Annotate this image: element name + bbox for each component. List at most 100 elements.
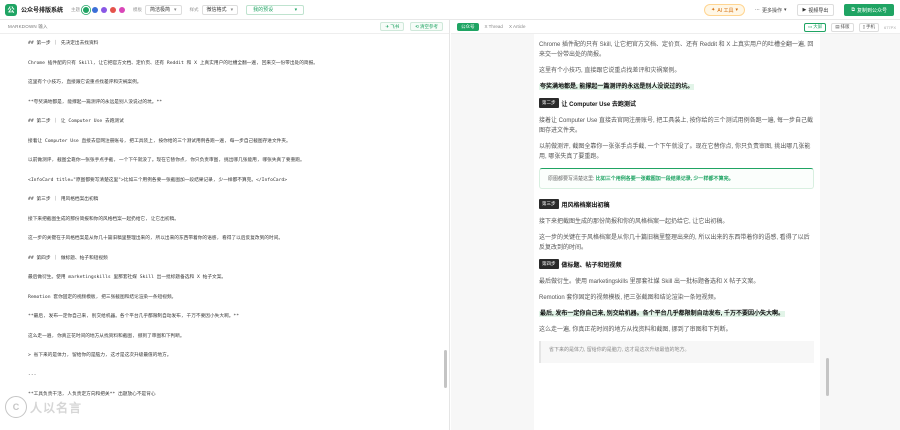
article-paragraph: 这么走一遍, 你真正花时间的地方从找资料和截图, 挪到了审图和下判断。 bbox=[539, 327, 732, 333]
more-actions-button[interactable]: ⋯ 更多操作 ▾ bbox=[755, 7, 787, 14]
feishu-button[interactable]: ✈ 飞书 bbox=[380, 22, 405, 31]
watermark-glyph: C bbox=[12, 402, 20, 412]
copy-to-wechat-button[interactable]: ⧉ 复制到公众号 bbox=[844, 4, 894, 16]
info-card: 原图都要写清楚这里: 比如三个用例各要一张截图加一段结果记录, 少一样都不算完。 bbox=[539, 168, 814, 189]
ai-tools-label: AI 工具 bbox=[717, 7, 734, 14]
chevron-down-icon: ▾ bbox=[735, 7, 738, 13]
preview-width: 677PX bbox=[883, 24, 896, 30]
fullscreen-button[interactable]: ▭ 大屏 bbox=[803, 22, 827, 32]
chevron-down-icon: ▾ bbox=[294, 6, 298, 13]
mobile-button[interactable]: ▯ 手机 bbox=[858, 22, 879, 32]
editor-line: Chrome 插件配的只有 Skill, 让它把官方文档、定价页、还有 Redd… bbox=[28, 60, 318, 66]
editor-line: 最后做衍生。使用 marketingskills 里那套社媒 Skill 出一批… bbox=[28, 275, 227, 280]
theme-swatch-blue[interactable] bbox=[92, 6, 99, 13]
feishu-label: 飞书 bbox=[390, 23, 400, 29]
format-label: 样式 bbox=[189, 6, 199, 12]
article-paragraph: Remotion 套你固定的视频模板, 把三张截图和结论渲染一条短视频。 bbox=[539, 295, 720, 301]
article-paragraph: 以前做测评, 截图全靠你一张张手点手截, 一个下午就没了。现在它替你点, 你只负… bbox=[539, 144, 811, 160]
editor-line: ## 第三步 ｜ 用风格档案出初稿 bbox=[28, 197, 99, 202]
step-tag: 第二步 bbox=[539, 98, 559, 108]
highlight-text: 最后, 发布一定你自己来, 别交给机器。各个平台几乎都限制自动发布, 千万不要因… bbox=[539, 311, 786, 317]
preview-panel: 公众号 X Thread X Article ▭ 大屏 ▤ 排版 ▯ 手机 67… bbox=[451, 20, 900, 430]
editor-line: Remotion 套你固定的视频模板, 把三张截图和结论渲染一条短视频。 bbox=[28, 294, 177, 300]
app-logo: 公 bbox=[5, 3, 17, 16]
theme-swatch-green[interactable] bbox=[83, 6, 90, 13]
clear-icon: ⟲ bbox=[415, 23, 419, 29]
logo-glyph: 公 bbox=[7, 6, 15, 14]
video-export-button[interactable]: ▶ 视频导出 bbox=[796, 4, 835, 16]
style-select[interactable]: 简洁极简 ▾ bbox=[145, 4, 182, 15]
step-heading: 第三步 用风格档案出初稿 bbox=[539, 199, 814, 209]
preset-select-value: 我的预设 bbox=[253, 7, 274, 13]
editor-scrollbar[interactable] bbox=[444, 350, 447, 388]
editor-line: 这么走一遍, 你真正花时间的地方从找资料和截图, 挪到了审图和下判断。 bbox=[28, 333, 185, 339]
article-paragraph: 最后做衍生。使用 marketingskills 里那套社媒 Skill 出一批… bbox=[539, 279, 760, 285]
fullscreen-label: 大屏 bbox=[813, 24, 823, 29]
editor-line: **夸奖满地都是, 能撑起一篇测评的永远是别人没说过的坑。** bbox=[28, 99, 163, 105]
editor-line: <InfoCard title="原图都要写清楚这里">比如三个用例各要一张截图… bbox=[28, 177, 288, 183]
article-paragraph: Chrome 插件配的只有 Skill, 让它把官方文档、定价页、还有 Redd… bbox=[539, 42, 814, 58]
editor-line: 这一步的关键在于风格档案是从你几十篇旧稿里整理出来的, 所以出来的东西带着你的语… bbox=[28, 236, 284, 241]
step-title: 让 Computer Use 去跑测试 bbox=[561, 101, 636, 108]
step-title: 用风格档案出初稿 bbox=[561, 202, 610, 209]
editor-line: 接着让 Computer Use 直接去官网注册账号, 把工具装上, 按你给的三… bbox=[28, 138, 291, 144]
markdown-editor-panel: MARKDOWN 输入 ✈ 飞书 ⟲ 清空参考 ## 第一步 ｜ 先决定出去找资… bbox=[0, 20, 450, 430]
feishu-icon: ✈ bbox=[385, 23, 390, 29]
chevron-down-icon: ▾ bbox=[230, 6, 234, 13]
blockquote: 省下来的是体力, 留给你的是脑力, 这才是这次升级最值的地方。 bbox=[539, 341, 814, 363]
theme-label: 主题 bbox=[71, 6, 81, 12]
clear-reference-button[interactable]: ⟲ 清空参考 bbox=[410, 22, 443, 31]
article-highlight-paragraph: 夸奖满地都是, 能撑起一篇测评的永远是别人没说过的坑。 bbox=[539, 82, 814, 92]
theme-swatch-pink[interactable] bbox=[119, 6, 126, 13]
editor-line: 这里有个小技巧, 直接跟它说重点找差评和灾祸案例。 bbox=[28, 80, 142, 85]
desktop-icon: ▭ bbox=[807, 24, 813, 29]
step-tag: 第三步 bbox=[539, 199, 559, 209]
layout-label: 排版 bbox=[840, 24, 850, 29]
editor-line: 接下来把截图生成的那份简报和你的风格档案一起扔给它, 让它出初稿。 bbox=[28, 216, 179, 222]
tab-x-thread[interactable]: X Thread bbox=[485, 24, 503, 29]
article-paragraph: 这一步的关键在于风格档案是从你几十篇旧稿里整理出来的, 所以出来的东西带着你的语… bbox=[539, 235, 810, 251]
editor-line: > 省下来的是体力, 留给你的是脑力, 这才是这次升级最值的地方。 bbox=[28, 353, 172, 358]
more-actions-label: 更多操作 bbox=[762, 7, 783, 14]
theme-swatch-red[interactable] bbox=[110, 6, 117, 13]
ai-tools-button[interactable]: ✦ AI 工具 ▾ bbox=[704, 4, 745, 16]
copy-button-label: 复制到公众号 bbox=[856, 7, 887, 14]
layout-button[interactable]: ▤ 排版 bbox=[831, 22, 854, 32]
mobile-label: 手机 bbox=[865, 24, 875, 29]
highlight-text: 夸奖满地都是, 能撑起一篇测评的永远是别人没说过的坑。 bbox=[539, 84, 695, 90]
preset-select[interactable]: 我的预设 ▾ bbox=[246, 4, 305, 15]
step-heading: 第四步 做标题、帖子和短视频 bbox=[539, 259, 814, 269]
editor-line: ## 第二步 ｜ 让 Computer Use 去跑测试 bbox=[28, 119, 124, 124]
format-select[interactable]: 微信格式 ▾ bbox=[201, 4, 239, 15]
editor-header-buttons: ✈ 飞书 ⟲ 清空参考 bbox=[380, 22, 443, 31]
preview-view-buttons: ▭ 大屏 ▤ 排版 ▯ 手机 677PX bbox=[803, 22, 896, 32]
clear-reference-label: 清空参考 bbox=[420, 23, 438, 29]
article-preview: Chrome 插件配的只有 Skill, 让它把官方文档、定价页、还有 Redd… bbox=[534, 34, 820, 430]
chevron-down-icon: ▾ bbox=[784, 7, 787, 13]
copy-icon: ⧉ bbox=[851, 7, 855, 13]
style-label: 模板 bbox=[133, 6, 143, 12]
watermark: C 人以名言 bbox=[5, 396, 82, 418]
editor-line: --- bbox=[28, 372, 37, 378]
step-heading: 第二步 让 Computer Use 去跑测试 bbox=[539, 98, 814, 108]
app-title: 公众号排版系统 bbox=[21, 8, 64, 14]
preview-scrollbar[interactable] bbox=[826, 358, 829, 396]
format-select-value: 微信格式 bbox=[206, 7, 227, 13]
editor-line: ## 第一步 ｜ 先决定出去找资料 bbox=[28, 41, 99, 46]
article-paragraph: 接着让 Computer Use 直接去官网注册账号, 把工具装上, 按你给的三… bbox=[539, 118, 814, 134]
tab-x-article[interactable]: X Article bbox=[509, 24, 526, 29]
editor-line: **最后, 发布一定你自己来, 别交给机器。各个平台几乎都限制自动发布, 千万不… bbox=[28, 314, 240, 319]
preview-header: 公众号 X Thread X Article ▭ 大屏 ▤ 排版 ▯ 手机 67… bbox=[451, 20, 900, 34]
sparkle-icon: ✦ bbox=[711, 7, 716, 13]
theme-swatch-purple[interactable] bbox=[101, 6, 108, 13]
layout-icon: ▤ bbox=[835, 24, 840, 29]
video-icon: ▶ bbox=[802, 7, 807, 13]
style-select-value: 简洁极简 bbox=[150, 7, 171, 13]
article-highlight-paragraph: 最后, 发布一定你自己来, 别交给机器。各个平台几乎都限制自动发布, 千万不要因… bbox=[539, 309, 814, 319]
markdown-textarea[interactable]: ## 第一步 ｜ 先决定出去找资料 Chrome 插件配的只有 Skill, 让… bbox=[28, 34, 438, 430]
top-bar: 公 公众号排版系统 主题 模板 简洁极简 ▾ 样式 微信格式 ▾ 我的预设 ▾ … bbox=[0, 0, 900, 20]
mobile-icon: ▯ bbox=[862, 24, 865, 29]
step-title: 做标题、帖子和短视频 bbox=[561, 262, 622, 269]
tab-wechat[interactable]: 公众号 bbox=[457, 22, 479, 31]
video-export-label: 视频导出 bbox=[808, 7, 829, 14]
